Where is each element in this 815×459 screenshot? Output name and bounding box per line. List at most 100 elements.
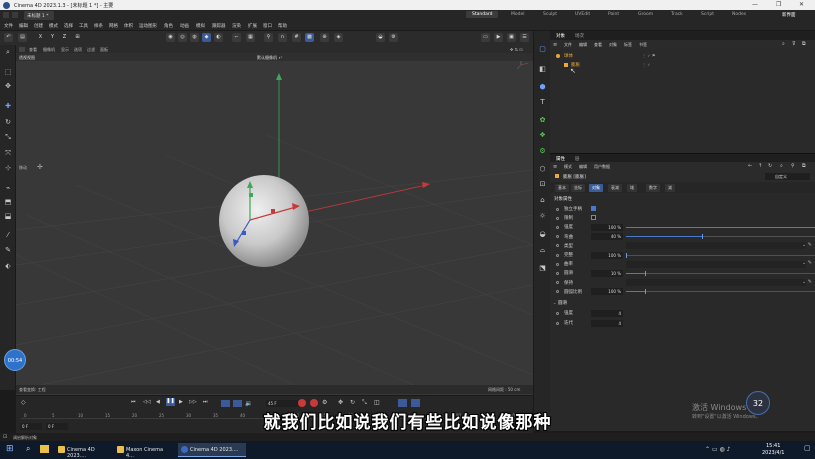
menu-volume[interactable]: 体积 <box>124 23 133 29</box>
property-anim-icon[interactable] <box>556 271 559 275</box>
file-explorer-icon[interactable] <box>40 445 49 453</box>
property-anim-icon[interactable] <box>556 321 559 325</box>
property-value[interactable]: 4 <box>591 319 623 327</box>
key-param-icon[interactable]: ◫ <box>374 399 380 406</box>
obj-menu-object[interactable]: 对象 <box>609 42 617 48</box>
viewport-menu-panel[interactable]: 面板 <box>100 47 108 53</box>
axis-z-button[interactable]: Z <box>60 33 69 42</box>
menu-hamburger-icon[interactable]: ≡ <box>553 164 557 170</box>
uv-mode-icon[interactable]: ◐ <box>214 33 223 42</box>
text-icon[interactable]: T <box>537 97 548 108</box>
key-position-icon[interactable]: ✥ <box>338 399 343 406</box>
property-slider[interactable] <box>626 289 815 295</box>
property-anim-icon[interactable] <box>556 235 559 239</box>
camera-icon[interactable]: ⌂ <box>537 195 548 206</box>
close-button[interactable]: ✕ <box>799 1 804 8</box>
viewport-menu-options[interactable]: 选项 <box>74 47 82 53</box>
menu-window[interactable]: 窗口 <box>263 23 272 29</box>
up-arrow-icon[interactable]: ↑ <box>758 163 762 169</box>
obj-menu-edit[interactable]: 编辑 <box>579 42 587 48</box>
property-value[interactable]: 100 % <box>591 223 623 231</box>
clock-time[interactable]: 15:41 <box>766 443 780 449</box>
document-tab[interactable]: 未标题 1 * <box>24 11 54 20</box>
list-item[interactable]: 球体 ⋮ ✓ ⚑ <box>554 52 812 60</box>
new-window-icon[interactable]: ⧉ <box>802 163 806 169</box>
property-anim-icon[interactable] <box>556 244 559 248</box>
layout-tab-track[interactable]: Track <box>671 12 683 17</box>
attr-menu-userdata[interactable]: 用户数据 <box>594 164 610 170</box>
menu-edit[interactable]: 编辑 <box>19 23 28 29</box>
workplane-icon[interactable]: ▦ <box>246 33 255 42</box>
viewport-menu-filter[interactable]: 过滤 <box>87 47 95 53</box>
search-icon[interactable]: ⌕ <box>780 163 783 169</box>
property-value[interactable]: 40 % <box>591 233 623 241</box>
record-icon[interactable] <box>298 399 306 407</box>
play-button[interactable]: ❚❚ <box>166 398 175 406</box>
minimize-button[interactable]: — <box>752 1 758 8</box>
paint-tool-icon[interactable]: ⬖ <box>3 261 13 271</box>
axis-y-button[interactable]: Y <box>48 33 57 42</box>
rotate-tool-icon[interactable]: ↻ <box>3 117 13 127</box>
layout-tab-model[interactable]: Model <box>511 12 525 17</box>
new-window-icon[interactable]: ⧉ <box>802 41 806 47</box>
menu-animate[interactable]: 动画 <box>180 23 189 29</box>
menu-help[interactable]: 帮助 <box>278 23 287 29</box>
subtab-object[interactable]: 对象 <box>589 184 603 192</box>
prev-frame-icon[interactable]: ◀ <box>156 399 160 405</box>
menu-create[interactable]: 创建 <box>34 23 43 29</box>
property-picker-icon[interactable]: ⌄ ✎ <box>802 260 812 266</box>
scale-tool-icon[interactable]: ⤡ <box>3 132 13 142</box>
sound-icon[interactable]: 🔉 <box>245 400 252 407</box>
menu-simulate[interactable]: 模拟 <box>196 23 205 29</box>
end-frame-field[interactable]: 45 F <box>266 400 298 407</box>
property-field[interactable] <box>626 242 806 250</box>
property-slider[interactable] <box>626 234 815 240</box>
magnet-icon[interactable]: ∩ <box>278 33 287 42</box>
property-field[interactable] <box>626 260 806 268</box>
property-anim-icon[interactable] <box>556 262 559 266</box>
menu-mesh[interactable]: 网格 <box>109 23 118 29</box>
layout-tab-uvedit[interactable]: UVEdit <box>575 12 590 17</box>
history-icon[interactable]: ↻ <box>768 163 772 169</box>
search-icon[interactable]: ⌕ <box>3 47 13 57</box>
mograph-icon[interactable]: ❖ <box>537 130 548 141</box>
light-icon[interactable]: ☼ <box>537 211 548 222</box>
home-icon[interactable] <box>3 12 9 18</box>
subtab-reduce[interactable]: 减 <box>665 184 675 192</box>
property-slider[interactable] <box>626 226 815 228</box>
axis-tool-icon[interactable]: ⊹ <box>3 163 13 173</box>
coordinate-system-icon[interactable]: ⊞ <box>73 33 82 42</box>
property-field[interactable] <box>626 279 806 287</box>
property-anim-icon[interactable] <box>556 216 559 220</box>
selection-icon[interactable]: ⬚ <box>3 67 13 77</box>
key-settings-icon[interactable]: ⚙ <box>322 399 327 406</box>
menu-select[interactable]: 选择 <box>64 23 73 29</box>
viewport-solo-icon[interactable]: ◈ <box>334 33 343 42</box>
notification-icon[interactable]: ▢ <box>804 444 811 452</box>
filter-icon[interactable]: ⊽ <box>792 41 796 47</box>
property-picker-icon[interactable]: ⌄ ✎ <box>802 279 812 285</box>
taskbar-item[interactable]: Maxon Cinema 4... <box>114 443 174 459</box>
visibility-icon[interactable]: ⋮ ✓ ⚑ <box>642 53 655 58</box>
taskbar-item[interactable]: Cinema 4D 2023.... <box>178 443 246 457</box>
layout-tab-sculpt[interactable]: Sculpt <box>543 12 557 17</box>
goto-end-icon[interactable]: ⏭ <box>203 399 208 405</box>
property-anim-icon[interactable] <box>556 207 559 211</box>
viewport-camera-label[interactable]: 默认摄像机 ∙ᵒ <box>257 55 282 61</box>
viewport-nav-icon[interactable]: ✥ ⇅ ⊡ <box>510 47 523 52</box>
field-icon[interactable]: ⬡ <box>537 164 548 175</box>
pen-tool-icon[interactable]: ✎ <box>3 245 13 255</box>
tab-objects[interactable]: 对象 <box>556 33 565 39</box>
property-value[interactable]: 4 <box>591 309 623 317</box>
attr-menu-edit[interactable]: 编辑 <box>579 164 587 170</box>
edges-mode-icon[interactable]: ◎ <box>178 33 187 42</box>
key-point-icon[interactable] <box>411 399 420 407</box>
auto-key-icon[interactable] <box>310 399 318 407</box>
menu-character[interactable]: 角色 <box>164 23 173 29</box>
loop-icon[interactable] <box>221 400 230 407</box>
obj-menu-bookmarks[interactable]: 书签 <box>639 42 647 48</box>
object-mode-icon[interactable]: ◆ <box>202 33 211 42</box>
viewport-menu-camera[interactable]: 摄像机 <box>43 47 55 53</box>
undo-icon[interactable]: ↶ <box>4 33 13 42</box>
live-select-icon[interactable]: ✥ <box>3 81 13 91</box>
